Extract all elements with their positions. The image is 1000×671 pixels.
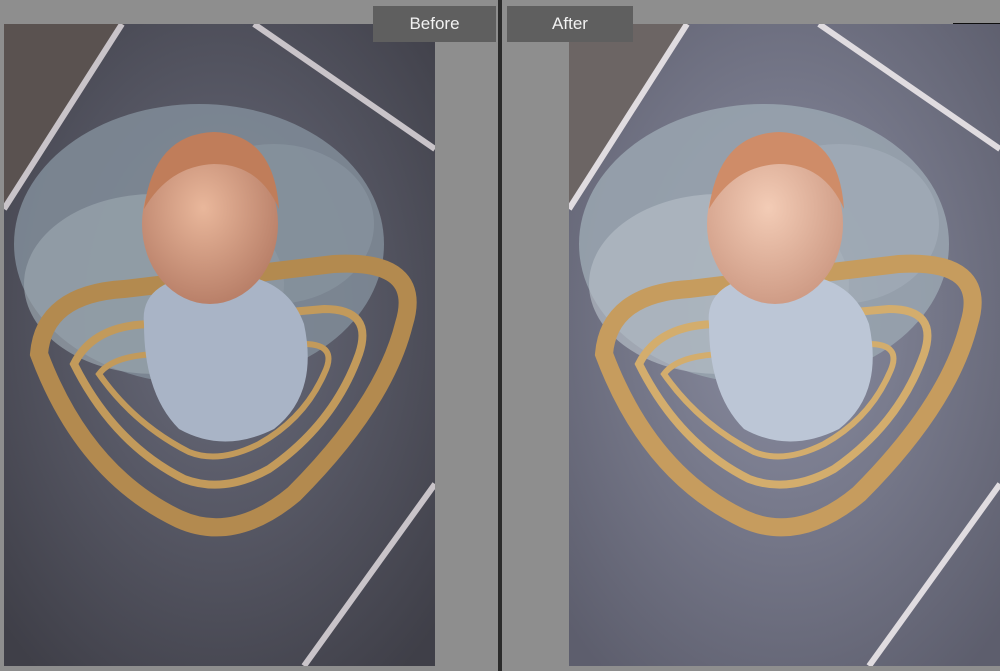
after-pane[interactable]: After — [502, 0, 1000, 671]
after-label: After — [507, 6, 633, 42]
before-pane[interactable]: Before — [0, 0, 498, 671]
newborn-in-basket-icon — [4, 24, 435, 666]
before-label: Before — [373, 6, 496, 42]
newborn-in-basket-icon — [569, 24, 1000, 666]
before-photo[interactable] — [4, 24, 435, 666]
after-photo[interactable] — [569, 24, 1000, 666]
